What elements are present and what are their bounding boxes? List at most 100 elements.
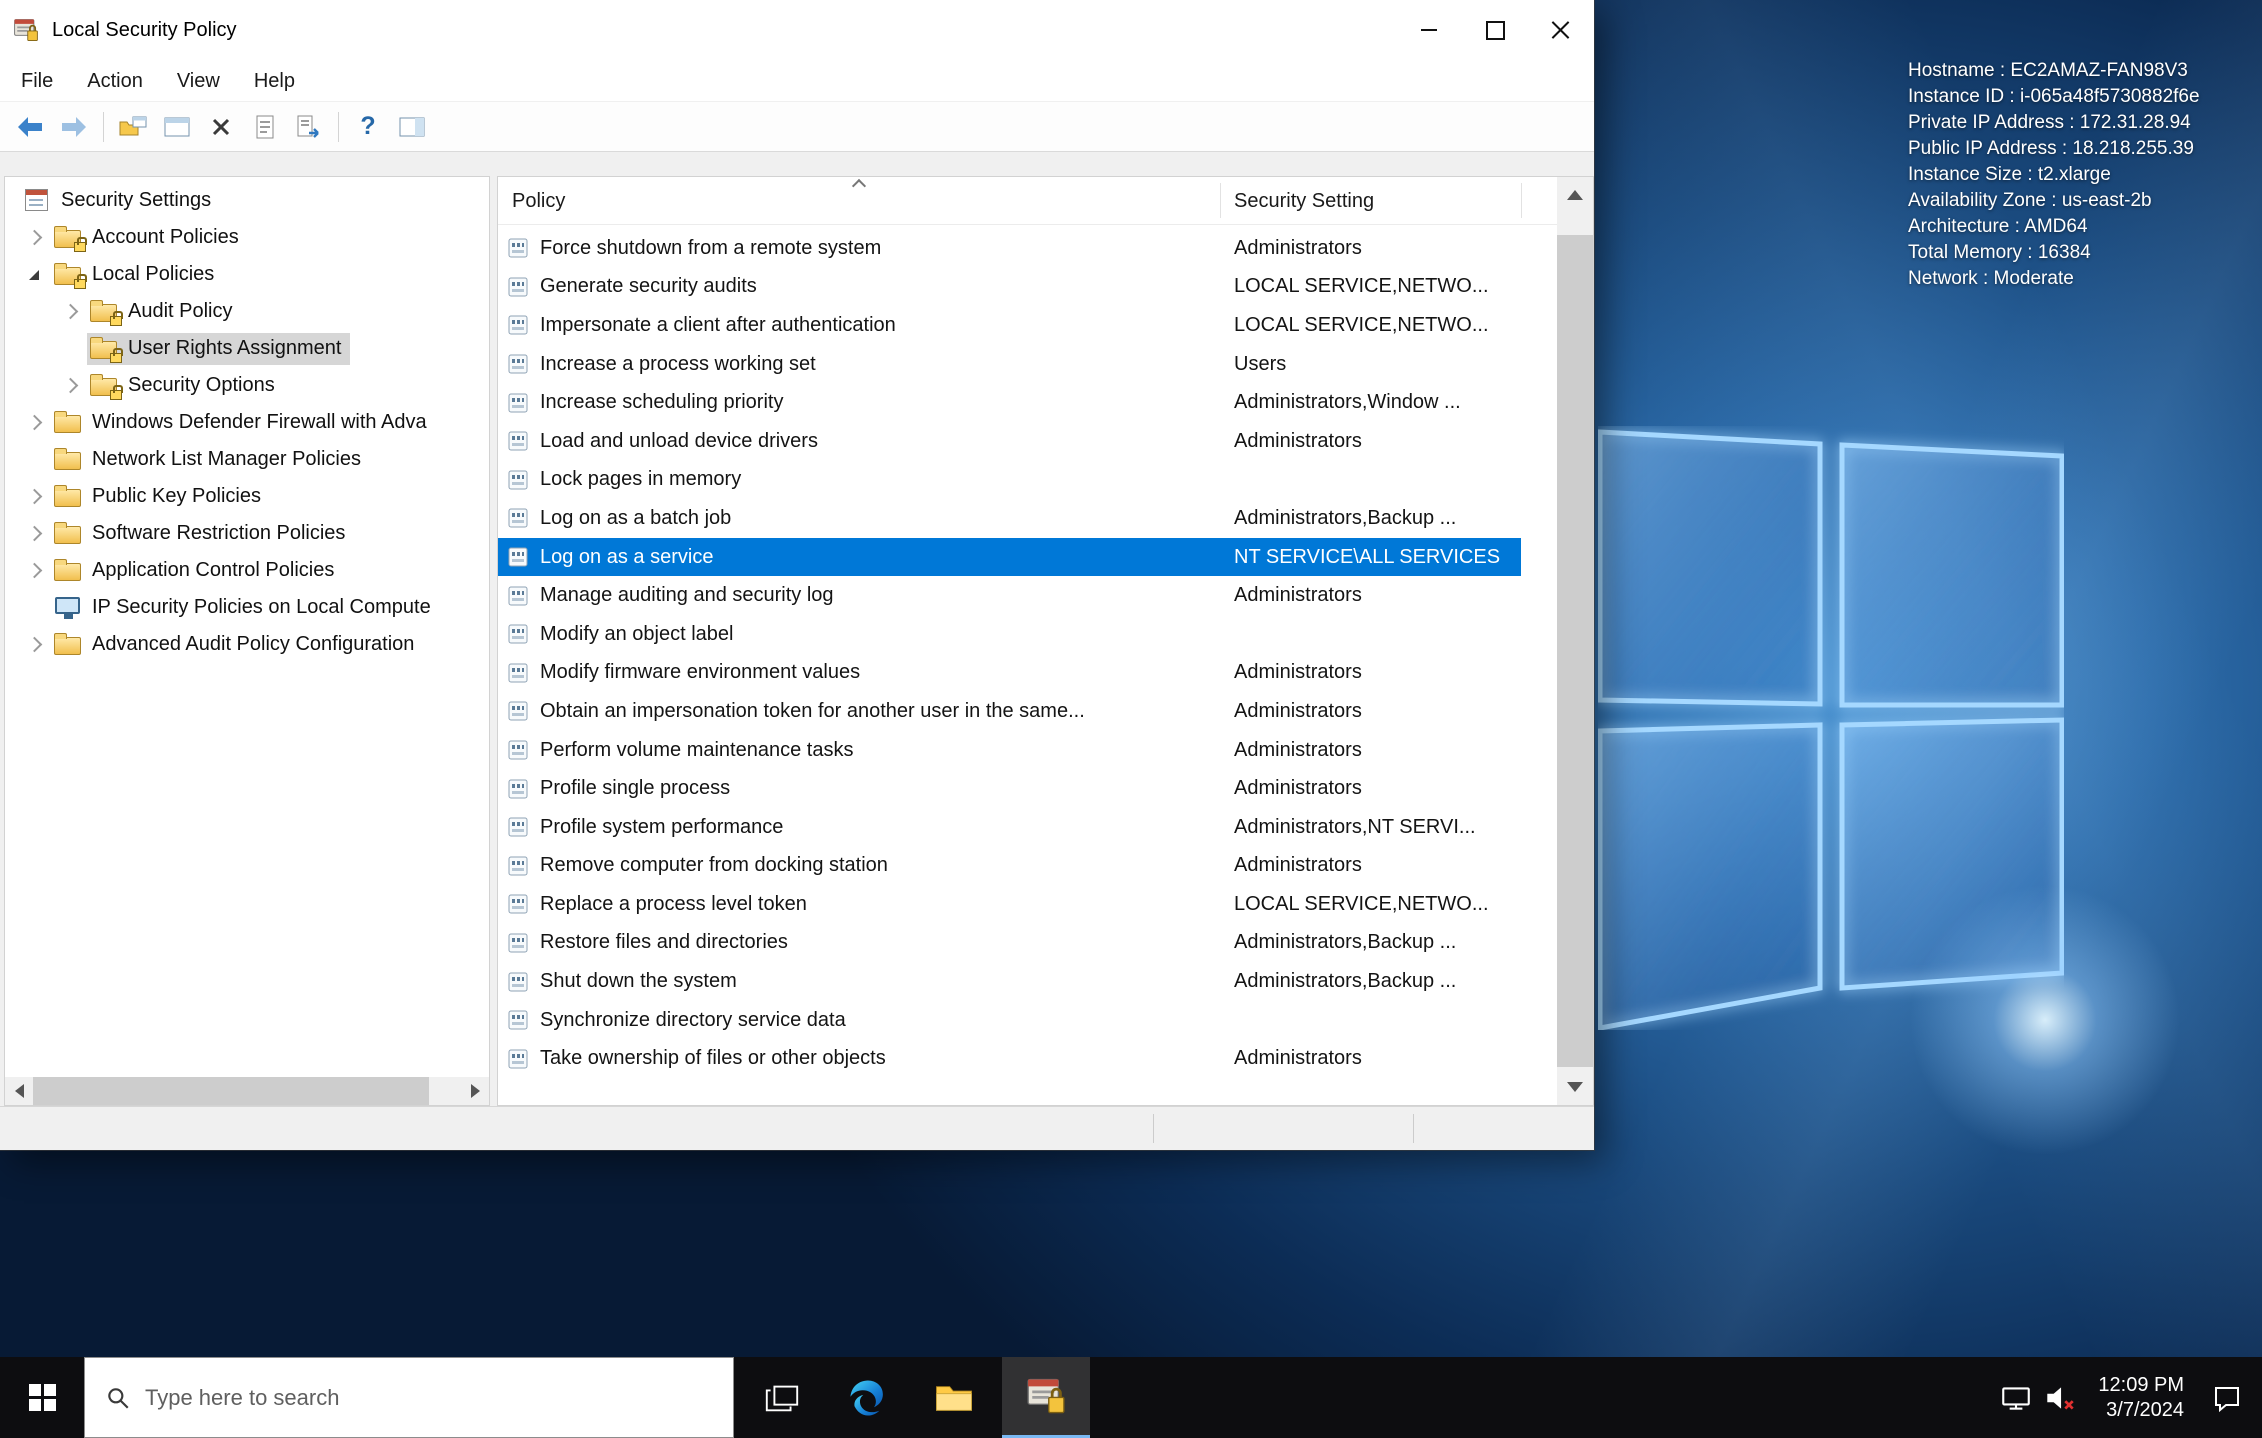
policy-row-manage-auditing-and-security-log[interactable]: Manage auditing and security log Adminis… (498, 576, 1521, 615)
policy-row-modify-firmware-environment-values[interactable]: Modify firmware environment values Admin… (498, 654, 1521, 693)
menu-action[interactable]: Action (70, 60, 160, 102)
policy-row-perform-volume-maintenance-tasks[interactable]: Perform volume maintenance tasks Adminis… (498, 731, 1521, 770)
tree-item-security-settings[interactable]: Security Settings (5, 182, 489, 219)
policy-row-synchronize-directory-service-data[interactable]: Synchronize directory service data (498, 1001, 1521, 1040)
back-button[interactable] (8, 106, 52, 148)
tree-item-windows-defender-firewall-with-adva[interactable]: Windows Defender Firewall with Adva (5, 404, 489, 441)
scrollbar-thumb[interactable] (33, 1077, 429, 1105)
search-input[interactable] (145, 1384, 615, 1411)
policy-row-profile-system-performance[interactable]: Profile system performance Administrator… (498, 808, 1521, 847)
expand-chevron-icon[interactable] (53, 380, 87, 391)
scroll-right-arrow[interactable] (461, 1077, 489, 1105)
tree-item-security-options[interactable]: Security Options (5, 367, 489, 404)
expand-chevron-icon[interactable] (17, 491, 51, 502)
policy-row-restore-files-and-directories[interactable]: Restore files and directories Administra… (498, 924, 1521, 963)
list-button[interactable] (243, 106, 287, 148)
expand-chevron-icon[interactable] (17, 417, 51, 428)
tree-item-account-policies[interactable]: Account Policies (5, 219, 489, 256)
start-button[interactable] (0, 1357, 84, 1438)
expand-chevron-icon[interactable] (17, 270, 51, 280)
tree-entry[interactable]: Audit Policy (87, 296, 242, 328)
menu-help[interactable]: Help (237, 60, 312, 102)
show-hide-action-pane-button[interactable] (390, 106, 434, 148)
policy-row-profile-single-process[interactable]: Profile single process Administrators (498, 769, 1521, 808)
policy-row-log-on-as-a-service[interactable]: Log on as a service NT SERVICE\ALL SERVI… (498, 537, 1521, 577)
tree-item-local-policies[interactable]: Local Policies (5, 256, 489, 293)
policy-row-obtain-an-impersonation-token-for-another-[interactable]: Obtain an impersonation token for anothe… (498, 692, 1521, 731)
volume-tray-button[interactable] (2038, 1357, 2082, 1438)
action-center-button[interactable] (2200, 1357, 2254, 1438)
tree-entry[interactable]: Security Settings (20, 185, 220, 217)
tree-item-label: Application Control Policies (92, 559, 335, 581)
tree-horizontal-scrollbar[interactable] (5, 1077, 489, 1105)
policy-row-shut-down-the-system[interactable]: Shut down the system Administrators,Back… (498, 962, 1521, 1001)
policy-row-generate-security-audits[interactable]: Generate security audits LOCAL SERVICE,N… (498, 268, 1521, 307)
policy-row-increase-scheduling-priority[interactable]: Increase scheduling priority Administrat… (498, 383, 1521, 422)
edge-browser-button[interactable] (830, 1357, 906, 1438)
tree-entry[interactable]: Windows Defender Firewall with Adva (51, 407, 436, 439)
tree-entry[interactable]: User Rights Assignment (87, 332, 351, 365)
properties-button[interactable] (155, 106, 199, 148)
policy-row-impersonate-a-client-after-authentication[interactable]: Impersonate a client after authenticatio… (498, 306, 1521, 345)
tree-entry[interactable]: Public Key Policies (51, 481, 270, 513)
expand-chevron-icon[interactable] (17, 639, 51, 650)
expand-chevron-icon[interactable] (17, 528, 51, 539)
tree-item-software-restriction-policies[interactable]: Software Restriction Policies (5, 515, 489, 552)
scroll-up-arrow[interactable] (1557, 177, 1593, 213)
minimize-button[interactable] (1396, 0, 1462, 60)
file-explorer-button[interactable] (916, 1357, 992, 1438)
tree-item-network-list-manager-policies[interactable]: Network List Manager Policies (5, 441, 489, 478)
show-hide-console-tree-button[interactable] (111, 106, 155, 148)
local-security-policy-taskbar-button[interactable] (1002, 1357, 1090, 1438)
tree-item-public-key-policies[interactable]: Public Key Policies (5, 478, 489, 515)
tree-entry[interactable]: Account Policies (51, 222, 248, 254)
network-tray-button[interactable] (1994, 1357, 2038, 1438)
tree-entry[interactable]: Local Policies (51, 259, 223, 291)
column-header-security-setting[interactable]: Security Setting (1234, 190, 1374, 213)
tree-item-audit-policy[interactable]: Audit Policy (5, 293, 489, 330)
policy-row-replace-a-process-level-token[interactable]: Replace a process level token LOCAL SERV… (498, 885, 1521, 924)
forward-button[interactable] (52, 106, 96, 148)
expand-chevron-icon[interactable] (53, 306, 87, 317)
menu-view[interactable]: View (160, 60, 237, 102)
tree-entry[interactable]: Advanced Audit Policy Configuration (51, 629, 423, 661)
policy-row-take-ownership-of-files-or-other-objects[interactable]: Take ownership of files or other objects… (498, 1039, 1521, 1078)
taskbar-search[interactable] (84, 1357, 734, 1438)
tree-entry[interactable]: Network List Manager Policies (51, 444, 370, 476)
task-view-button[interactable] (744, 1357, 820, 1438)
tree-entry[interactable]: Application Control Policies (51, 555, 343, 587)
scrollbar-thumb[interactable] (1557, 235, 1593, 1067)
taskbar-clock[interactable]: 12:09 PM 3/7/2024 (2098, 1373, 2184, 1423)
menu-file[interactable]: File (4, 60, 70, 102)
tree-item-label: Public Key Policies (92, 485, 261, 507)
policy-row-increase-a-process-working-set[interactable]: Increase a process working set Users (498, 345, 1521, 384)
policy-row-log-on-as-a-batch-job[interactable]: Log on as a batch job Administrators,Bac… (498, 499, 1521, 538)
tree-item-application-control-policies[interactable]: Application Control Policies (5, 552, 489, 589)
help-button[interactable]: ? (346, 106, 390, 148)
expand-chevron-icon[interactable] (17, 232, 51, 243)
tree-entry[interactable]: Security Options (87, 370, 284, 402)
column-header-policy[interactable]: Policy (512, 190, 565, 213)
delete-button[interactable] (199, 106, 243, 148)
tree-entry[interactable]: IP Security Policies on Local Compute (51, 592, 440, 624)
tree-entry[interactable]: Software Restriction Policies (51, 518, 354, 550)
policy-setting: Administrators (1234, 584, 1362, 607)
tree-item-ip-security-policies-on-local-compute[interactable]: IP Security Policies on Local Compute (5, 589, 489, 626)
policy-row-lock-pages-in-memory[interactable]: Lock pages in memory (498, 461, 1521, 500)
scroll-down-arrow[interactable] (1557, 1069, 1593, 1105)
close-button[interactable] (1528, 0, 1594, 60)
tree-item-user-rights-assignment[interactable]: User Rights Assignment (5, 330, 489, 367)
column-divider[interactable] (1220, 183, 1221, 218)
scroll-left-arrow[interactable] (5, 1077, 33, 1105)
pane-splitter[interactable] (490, 176, 497, 1106)
policy-row-force-shutdown-from-a-remote-system[interactable]: Force shutdown from a remote system Admi… (498, 229, 1521, 268)
export-list-button[interactable] (287, 106, 331, 148)
tree-item-advanced-audit-policy-configuration[interactable]: Advanced Audit Policy Configuration (5, 626, 489, 663)
list-vertical-scrollbar[interactable] (1557, 177, 1593, 1105)
policy-row-remove-computer-from-docking-station[interactable]: Remove computer from docking station Adm… (498, 847, 1521, 886)
column-divider[interactable] (1521, 183, 1522, 218)
maximize-button[interactable] (1462, 0, 1528, 60)
policy-row-load-and-unload-device-drivers[interactable]: Load and unload device drivers Administr… (498, 422, 1521, 461)
policy-row-modify-an-object-label[interactable]: Modify an object label (498, 615, 1521, 654)
expand-chevron-icon[interactable] (17, 565, 51, 576)
